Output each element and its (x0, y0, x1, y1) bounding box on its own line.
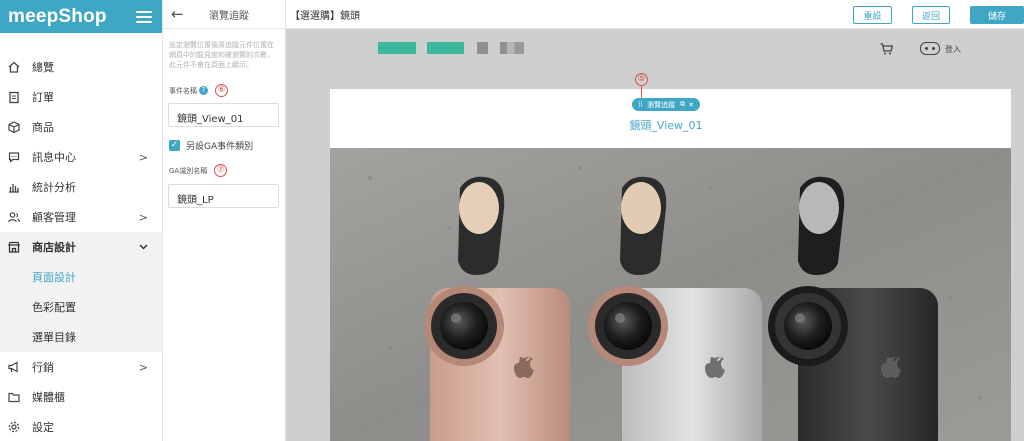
page-title: 【選選購】鏡頭 (290, 10, 360, 22)
megaphone-icon (7, 360, 21, 374)
sidebar-subitem-page-design[interactable]: 頁面設計 (0, 262, 162, 292)
sidebar-item-customers[interactable]: 顧客管理 > (0, 202, 162, 232)
drag-handle-icon[interactable]: ⠿ (638, 101, 643, 109)
product-banner-image (330, 148, 1011, 441)
sidebar-item-settings[interactable]: 設定 (0, 412, 162, 441)
ga-category-checkbox-label: 另設GA事件類別 (186, 142, 254, 152)
sidebar-nav: 總覽 訂單 商品 訊息中心 > 統計分析 顧客管理 > 商店設計 頁面設計 色彩… (0, 52, 162, 441)
pixelated-logo-block (378, 42, 416, 54)
sidebar-item-label: 顧客管理 (32, 211, 76, 224)
sidebar-item-messages[interactable]: 訊息中心 > (0, 142, 162, 172)
tracking-event-title: 鏡頭_View_01 (629, 119, 703, 132)
annotation-marker-7: ⑦ (214, 164, 228, 177)
sidebar-item-label: 訂單 (32, 91, 54, 104)
tracking-tag-label: 瀏覽追蹤 (647, 100, 676, 109)
cart-icon[interactable] (880, 43, 894, 58)
folder-icon (7, 390, 21, 404)
sidebar-item-products[interactable]: 商品 (0, 112, 162, 142)
logo: meepShop (8, 5, 107, 27)
page-preview-canvas: 登入 ⑤ ⠿ 瀏覽追蹤 ⧉ ✕ 鏡頭_View_01 (286, 29, 1024, 441)
login-link[interactable]: 登入 (945, 44, 961, 55)
editor-topbar: 【選選購】鏡頭 重設 返回 儲存 (286, 0, 1024, 29)
chat-icon (7, 150, 21, 164)
annotation-marker-5: ⑤ (635, 73, 648, 86)
sidebar-item-media[interactable]: 媒體櫃 (0, 382, 162, 412)
sidebar-subitem-menu-directory[interactable]: 選單目錄 (0, 322, 162, 352)
clipboard-icon (7, 90, 21, 104)
copy-icon[interactable]: ⧉ (680, 100, 685, 109)
pixelated-logo-block (477, 42, 488, 54)
sidebar-item-label: 設定 (32, 421, 54, 434)
sidebar-header: meepShop (0, 0, 162, 33)
member-icon[interactable] (920, 42, 940, 55)
reset-button[interactable]: 重設 (853, 6, 892, 24)
panel-title: 瀏覽追蹤 (209, 10, 249, 22)
sidebar-item-label: 訊息中心 (32, 151, 76, 164)
sidebar-item-label: 總覽 (32, 61, 54, 74)
pixelated-logo-block (427, 42, 464, 54)
ga-name-label-text: GA識別名稱 (169, 166, 208, 175)
sidebar-item-orders[interactable]: 訂單 (0, 82, 162, 112)
event-name-label-text: 事件名稱 (169, 86, 197, 95)
sidebar-item-overview[interactable]: 總覽 (0, 52, 162, 82)
settings-panel: ← 瀏覽追蹤 設定瀏覽位置後將追蹤元件位置在網頁中的能見度和被瀏覽的次數，此元件… (163, 0, 286, 441)
ga-name-input[interactable]: 鏡頭_LP (168, 184, 279, 208)
checkbox-checked-icon[interactable]: ✓ (169, 140, 180, 151)
sidebar-item-label: 行銷 (32, 361, 54, 374)
chevron-right-icon: > (138, 361, 148, 374)
annotation-marker-6: ⑥ (215, 84, 228, 97)
chevron-right-icon: > (138, 211, 148, 224)
sidebar: meepShop 總覽 訂單 商品 訊息中心 > 統計分析 顧客管理 > 商店設… (0, 0, 163, 441)
sidebar-item-label: 商品 (32, 121, 54, 134)
ga-category-checkbox-row[interactable]: ✓ 另設GA事件類別 (169, 139, 253, 152)
panel-description: 設定瀏覽位置後將追蹤元件位置在網頁中的能見度和被瀏覽的次數，此元件不會在頁面上顯… (169, 41, 274, 69)
sidebar-subitem-color-scheme[interactable]: 色彩配置 (0, 292, 162, 322)
app-root: meepShop 總覽 訂單 商品 訊息中心 > 統計分析 顧客管理 > 商店設… (0, 0, 1024, 441)
back-button[interactable]: 返回 (912, 6, 950, 24)
box-icon (7, 120, 21, 134)
sidebar-item-label: 媒體櫃 (32, 391, 65, 404)
sidebar-item-label: 商店設計 (32, 241, 76, 254)
sidebar-item-marketing[interactable]: 行銷 > (0, 352, 162, 382)
gear-icon (7, 420, 21, 434)
ga-name-label: GA識別名稱 ⑦ (169, 164, 228, 177)
chevron-down-icon (139, 241, 148, 254)
store-header: 登入 (286, 29, 1024, 69)
sidebar-item-analytics[interactable]: 統計分析 (0, 172, 162, 202)
bar-chart-icon (7, 180, 21, 194)
users-icon (7, 210, 21, 224)
hamburger-menu-icon[interactable] (136, 10, 152, 23)
store-icon (7, 240, 21, 254)
back-arrow-icon[interactable]: ← (163, 5, 187, 23)
event-name-label: 事件名稱 ? ⑥ (169, 84, 228, 97)
close-icon[interactable]: ✕ (688, 101, 694, 109)
pixelated-logo-block (500, 42, 524, 54)
save-button[interactable]: 儲存 (970, 6, 1024, 24)
annotation-line (641, 86, 642, 98)
help-icon[interactable]: ? (199, 86, 208, 95)
sidebar-item-label: 統計分析 (32, 181, 76, 194)
panel-header: ← 瀏覽追蹤 (163, 0, 285, 29)
home-icon (7, 60, 21, 74)
tracking-component-tag[interactable]: ⠿ 瀏覽追蹤 ⧉ ✕ (632, 98, 701, 111)
sidebar-item-store-design[interactable]: 商店設計 (0, 232, 162, 262)
chevron-right-icon: > (138, 151, 148, 164)
event-name-input[interactable]: 鏡頭_View_01 (168, 103, 279, 127)
